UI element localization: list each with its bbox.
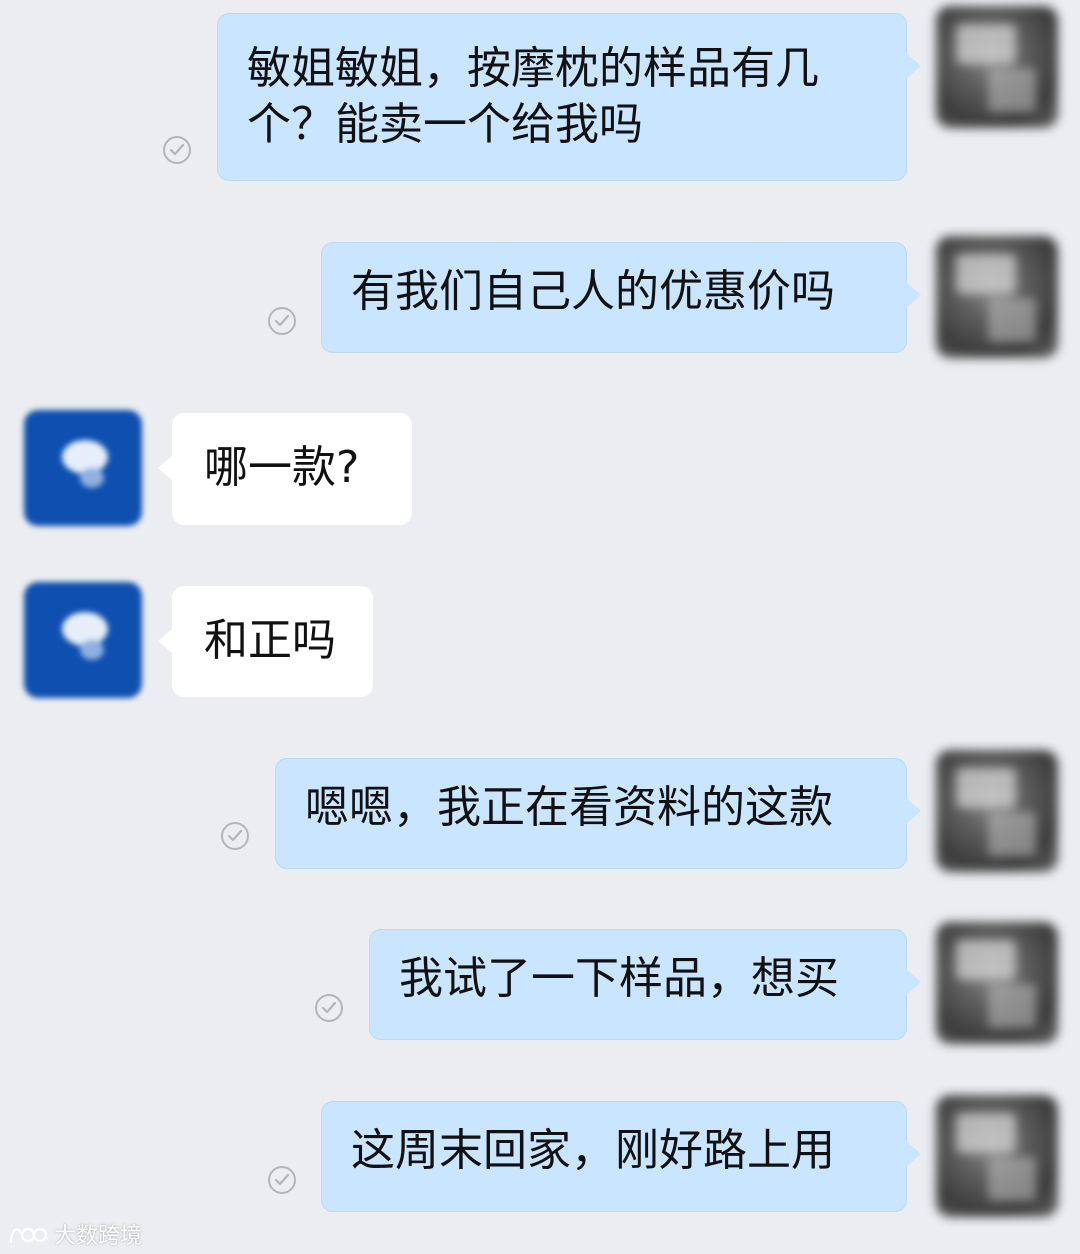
message-row: 这周末回家，刚好路上用 (0, 0, 1080, 1240)
watermark: 大数跨境 (8, 1218, 142, 1250)
watermark-text: 大数跨境 (54, 1224, 143, 1249)
watermark-logo-icon (9, 1227, 48, 1244)
self-avatar[interactable] (936, 1095, 1058, 1217)
outgoing-message-bubble[interactable]: 这周末回家，刚好路上用 (321, 1101, 921, 1212)
chat-thread: 敏姐敏姐，按摩枕的样品有几 个？能卖一个给我吗 有我们自己人的优惠价吗 哪一款?… (0, 0, 1080, 1254)
check-circle-icon (268, 1166, 296, 1194)
